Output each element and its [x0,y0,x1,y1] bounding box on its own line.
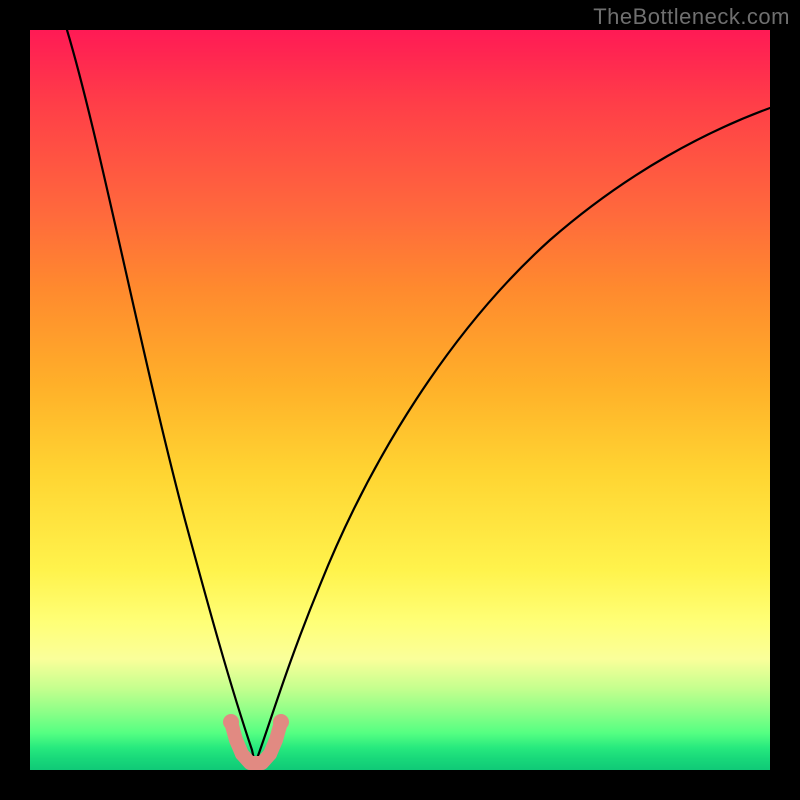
watermark-text: TheBottleneck.com [593,4,790,30]
curve-right-branch [255,108,770,764]
plot-area [30,30,770,770]
marker-dot [235,747,249,761]
marker-dot [263,747,277,761]
curve-left-branch [67,30,255,764]
marker-dot [273,714,289,730]
marker-dot [223,714,239,730]
marker-dot [249,756,263,770]
chart-frame: TheBottleneck.com [0,0,800,800]
chart-svg [30,30,770,770]
